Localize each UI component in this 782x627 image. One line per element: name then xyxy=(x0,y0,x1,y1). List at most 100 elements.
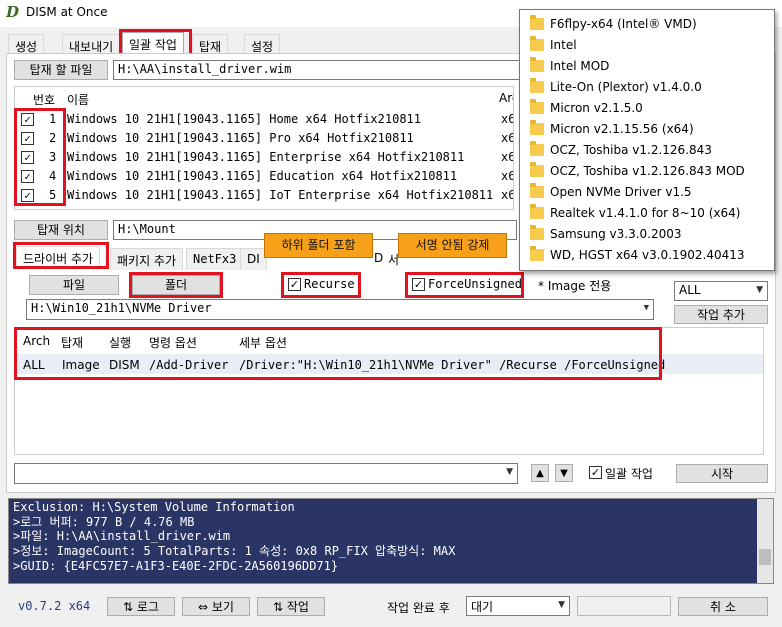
checkbox-icon[interactable]: ✓ xyxy=(21,170,34,183)
chevron-down-icon: ▼ xyxy=(643,303,649,313)
app-icon: D xyxy=(6,3,20,21)
log-line: >로그 버퍼: 977 B / 4.76 MB xyxy=(13,514,195,529)
header-mount: 탑재 xyxy=(61,336,84,350)
subtab-netfx3[interactable]: NetFx3 xyxy=(186,248,244,270)
checkbox-icon[interactable]: ✓ xyxy=(589,466,602,479)
batch-label: 일괄 작업 xyxy=(605,467,653,481)
folder-menu: F6flpy-x64 (Intel® VMD) Intel Intel MOD … xyxy=(519,9,775,271)
menu-item-folder[interactable]: Lite-On (Plextor) v1.4.0.0 xyxy=(520,77,774,98)
menu-item-folder[interactable]: Samsung v3.3.0.2003 xyxy=(520,224,774,245)
cell-detail: /Driver:"H:\Win10_21h1\NVMe Driver" /Rec… xyxy=(239,358,666,372)
menu-item-label: Samsung v3.3.0.2003 xyxy=(550,227,682,241)
row-name: Windows 10 21H1[19043.1165] Enterprise x… xyxy=(67,150,465,164)
row-arch: x6 xyxy=(501,150,513,164)
move-up-button[interactable]: ▲ xyxy=(531,464,549,482)
cell-option: /Add-Driver xyxy=(149,358,229,372)
checkbox-icon[interactable]: ✓ xyxy=(288,278,301,291)
start-button[interactable]: 시작 xyxy=(676,464,768,483)
callout-recurse: 하위 폴더 포함 xyxy=(264,233,373,258)
scrollbar-thumb[interactable] xyxy=(759,549,771,565)
header-exec: 실행 xyxy=(109,336,132,350)
menu-item-folder[interactable]: Realtek v1.4.1.0 for 8~10 (x64) xyxy=(520,203,774,224)
row-no: 5 xyxy=(49,188,57,202)
subtab-package[interactable]: 패키지 추가 xyxy=(110,248,184,270)
subtab-driver[interactable]: 드라이버 추가 xyxy=(16,246,101,268)
cancel-button[interactable]: 취 소 xyxy=(678,597,768,616)
after-task-select[interactable]: 대기 ▼ xyxy=(466,596,570,616)
menu-item-folder[interactable]: OCZ, Toshiba v1.2.126.843 xyxy=(520,140,774,161)
checkbox-icon[interactable]: ✓ xyxy=(21,113,34,126)
folder-icon xyxy=(530,15,544,30)
menu-item-label: F6flpy-x64 (Intel® VMD) xyxy=(550,17,697,31)
image-row[interactable]: ✓ 3 Windows 10 21H1[19043.1165] Enterpri… xyxy=(15,149,513,168)
menu-item-folder[interactable]: Micron v2.1.15.56 (x64) xyxy=(520,119,774,140)
header-name: 이름 xyxy=(67,93,90,107)
mount-dir-button[interactable]: 탑재 위치 xyxy=(14,220,108,240)
force-label: ForceUnsigned xyxy=(428,277,522,291)
menu-item-label: OCZ, Toshiba v1.2.126.843 MOD xyxy=(550,164,745,178)
log-scrollbar[interactable] xyxy=(757,499,773,583)
log-line: >파일: H:\AA\install_driver.wim xyxy=(13,529,231,544)
add-task-button[interactable]: 작업 추가 xyxy=(674,305,768,324)
menu-item-folder[interactable]: Intel xyxy=(520,35,774,56)
header-arch: Arch xyxy=(23,334,51,348)
menu-item-folder[interactable]: F6flpy-x64 (Intel® VMD) xyxy=(520,14,774,35)
driver-path-select[interactable]: H:\Win10_21h1\NVMe Driver ▼ xyxy=(26,299,654,320)
progress-bar xyxy=(577,596,671,616)
window-title: DISM at Once xyxy=(26,5,108,19)
log-toggle-button[interactable]: ⇅ 로그 xyxy=(107,597,175,616)
menu-item-label: Lite-On (Plextor) v1.4.0.0 xyxy=(550,80,702,94)
checkbox-icon[interactable]: ✓ xyxy=(21,132,34,145)
image-row[interactable]: ✓ 1 Windows 10 21H1[19043.1165] Home x64… xyxy=(15,111,513,130)
after-task-label: 작업 완료 후 xyxy=(387,601,450,615)
checkbox-icon[interactable]: ✓ xyxy=(21,189,34,202)
folder-icon xyxy=(530,225,544,240)
header-arch: Arch xyxy=(499,91,513,105)
image-row[interactable]: ✓ 5 Windows 10 21H1[19043.1165] IoT Ente… xyxy=(15,187,513,206)
mount-file-button[interactable]: 탑재 할 파일 xyxy=(14,60,108,80)
cell-exec: DISM xyxy=(109,358,140,372)
row-arch: x6 xyxy=(501,169,513,183)
folder-icon xyxy=(530,162,544,177)
folder-button[interactable]: 폴더 xyxy=(132,275,220,295)
move-down-button[interactable]: ▼ xyxy=(555,464,573,482)
subtab-di[interactable]: DI xyxy=(240,248,267,270)
view-toggle-button[interactable]: ⇔ 보기 xyxy=(182,597,250,616)
driver-path-value: H:\Win10_21h1\NVMe Driver xyxy=(31,301,212,315)
arch-select[interactable]: ALL ▼ xyxy=(674,281,768,301)
callout-force: 서명 안됨 강제 xyxy=(398,233,507,258)
task-select[interactable]: ▼ xyxy=(14,463,518,484)
chevron-down-icon: ▼ xyxy=(506,467,513,477)
header-detail: 세부 옵션 xyxy=(239,336,287,350)
arch-select-value: ALL xyxy=(679,283,701,297)
folder-icon xyxy=(530,204,544,219)
image-row[interactable]: ✓ 2 Windows 10 21H1[19043.1165] Pro x64 … xyxy=(15,130,513,149)
checkbox-icon[interactable]: ✓ xyxy=(21,151,34,164)
row-no: 2 xyxy=(49,131,57,145)
menu-item-folder[interactable]: Intel MOD xyxy=(520,56,774,77)
command-table: Arch 탑재 실행 명령 옵션 세부 옵션 ALL Image DISM /A… xyxy=(14,327,764,455)
menu-item-label: Realtek v1.4.1.0 for 8~10 (x64) xyxy=(550,206,741,220)
menu-item-label: Intel MOD xyxy=(550,59,610,73)
task-toggle-button[interactable]: ⇅ 작업 xyxy=(257,597,325,616)
row-name: Windows 10 21H1[19043.1165] Education x6… xyxy=(67,169,458,183)
version-label: v0.7.2 x64 xyxy=(18,599,91,613)
image-row[interactable]: ✓ 4 Windows 10 21H1[19043.1165] Educatio… xyxy=(15,168,513,187)
folder-icon xyxy=(530,36,544,51)
folder-icon xyxy=(530,78,544,93)
log-line: Exclusion: H:\System Volume Information xyxy=(13,500,295,514)
menu-item-folder[interactable]: WD, HGST x64 v3.0.1902.40413 xyxy=(520,245,774,266)
row-name: Windows 10 21H1[19043.1165] Pro x64 Hotf… xyxy=(67,131,414,145)
row-no: 1 xyxy=(49,112,57,126)
menu-item-folder[interactable]: OCZ, Toshiba v1.2.126.843 MOD xyxy=(520,161,774,182)
menu-item-folder[interactable]: Open NVMe Driver v1.5 xyxy=(520,182,774,203)
row-no: 4 xyxy=(49,169,57,183)
checkbox-icon[interactable]: ✓ xyxy=(412,278,425,291)
image-only-note: * Image 전용 xyxy=(538,279,612,293)
chevron-down-icon: ▼ xyxy=(756,285,763,295)
menu-item-label: Open NVMe Driver v1.5 xyxy=(550,185,692,199)
file-button[interactable]: 파일 xyxy=(29,275,119,295)
menu-item-label: Micron v2.1.15.56 (x64) xyxy=(550,122,694,136)
menu-item-label: OCZ, Toshiba v1.2.126.843 xyxy=(550,143,712,157)
menu-item-folder[interactable]: Micron v2.1.5.0 xyxy=(520,98,774,119)
